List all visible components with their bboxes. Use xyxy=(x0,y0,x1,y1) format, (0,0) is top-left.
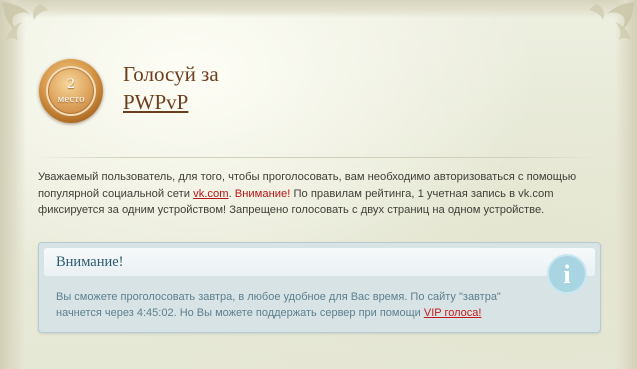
vip-vote-link[interactable]: VIP голоса! xyxy=(424,307,482,319)
vk-link[interactable]: vk.com xyxy=(193,188,228,200)
corner-ornament-icon xyxy=(589,2,635,40)
ornamental-frame-top xyxy=(0,0,637,18)
vote-page: 2 место Голосуй за PWPvP Уважаемый польз… xyxy=(0,0,637,369)
corner-ornament-icon xyxy=(2,2,48,40)
info-alert-header: Внимание! xyxy=(44,248,595,276)
info-glyph: i xyxy=(563,260,571,289)
rank-badge: 2 место xyxy=(39,59,103,123)
page-title: Голосуй за xyxy=(123,62,219,86)
rank-number: 2 xyxy=(67,76,75,92)
info-alert-message: Вы сможете проголосовать завтра, в любое… xyxy=(56,290,536,321)
rank-medal-icon: 2 место xyxy=(46,66,96,116)
auth-notice: Уважаемый пользователь, для того, чтобы … xyxy=(38,169,600,219)
divider xyxy=(36,157,600,158)
rank-label: место xyxy=(57,93,85,105)
info-alert-box: Внимание! i Вы сможете проголосовать зав… xyxy=(38,242,601,333)
info-icon: i xyxy=(547,254,587,294)
info-alert-title: Внимание! xyxy=(56,254,124,270)
warning-label: Внимание! xyxy=(234,187,291,200)
server-name-link[interactable]: PWPvP xyxy=(123,90,188,115)
